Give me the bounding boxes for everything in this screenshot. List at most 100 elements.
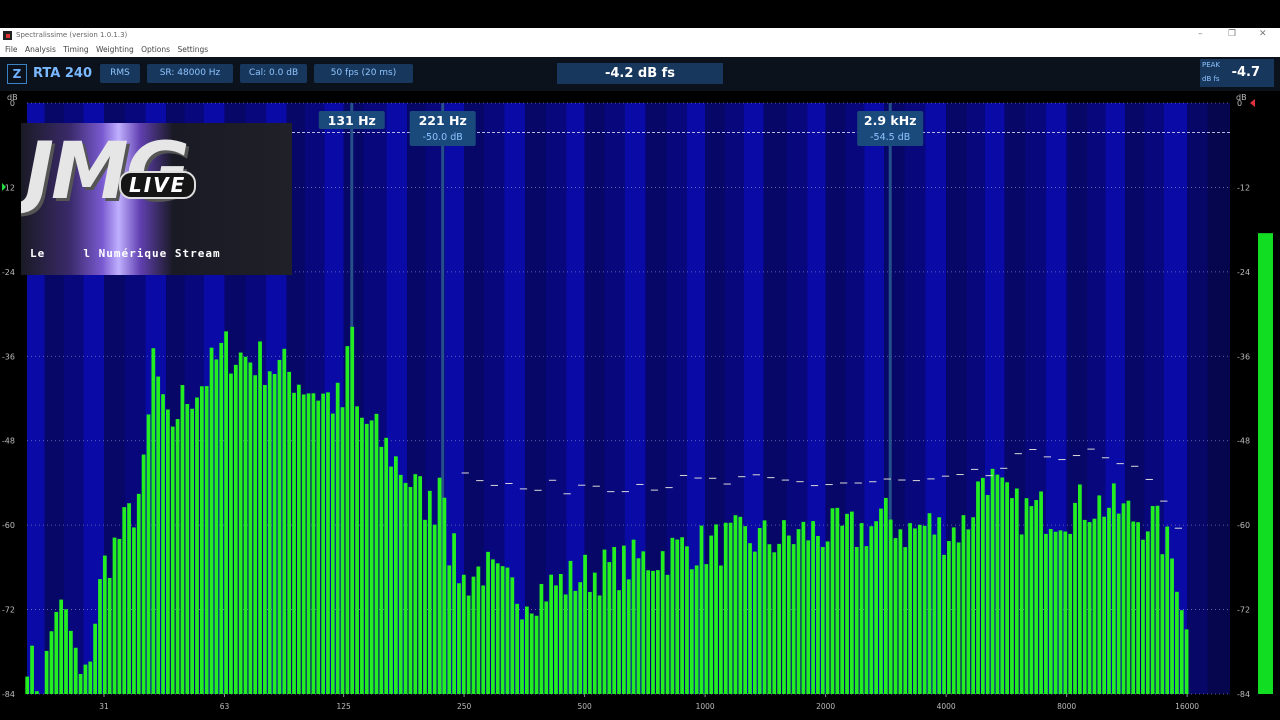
spectrum-bar — [282, 348, 287, 694]
spectrum-bar — [185, 404, 190, 694]
spectrum-bar — [1165, 526, 1170, 694]
sample-rate-button[interactable]: SR: 48000 Hz — [147, 64, 233, 83]
spectrum-bar — [806, 540, 811, 694]
menu-analysis[interactable]: Analysis — [25, 45, 56, 54]
spectrum-bar — [330, 413, 335, 694]
spectrum-bar — [418, 476, 423, 694]
spectrum-bar — [238, 352, 243, 694]
spectrum-bar — [772, 552, 777, 694]
spectrum-bar — [161, 394, 165, 694]
frequency-band — [1187, 103, 1208, 694]
spectrum-bar — [413, 474, 418, 694]
spectrum-bar — [141, 454, 146, 694]
spectrum-bar — [622, 545, 626, 694]
spectrum-bar — [73, 647, 78, 694]
level-readout: -4.2 dB fs — [557, 63, 723, 84]
spectrum-bar — [486, 551, 490, 694]
menu-timing[interactable]: Timing — [63, 45, 88, 54]
restore-icon[interactable]: ❐ — [1228, 29, 1236, 39]
spectrum-bar — [432, 524, 437, 694]
spectrum-bar — [500, 566, 505, 694]
spectrum-bar — [335, 382, 340, 694]
spectrum-bar — [1136, 522, 1140, 694]
spectrum-bar — [136, 493, 141, 694]
spectrum-bar — [476, 566, 481, 694]
spectrum-bar — [1179, 610, 1184, 694]
spectrum-bar — [132, 527, 136, 694]
x-tick-label: 31 — [99, 702, 109, 711]
spectrum-bar — [1082, 519, 1087, 694]
spectrum-bar — [199, 386, 204, 694]
spectrum-bar — [738, 516, 743, 694]
menu-file[interactable]: File — [5, 45, 18, 54]
rta-mode-label[interactable]: RTA 240 — [33, 64, 92, 83]
spectrum-bar — [917, 524, 922, 694]
spectrum-bar — [655, 570, 660, 694]
zoom-button[interactable]: Z — [7, 64, 27, 84]
spectrum-bar — [209, 347, 214, 694]
spectrum-bar — [1053, 531, 1058, 694]
spectrum-bar — [583, 554, 587, 694]
spectrum-bar — [1024, 498, 1029, 694]
spectrum-bar — [1131, 521, 1136, 694]
spectrum-bar — [311, 393, 316, 694]
spectrum-bar — [990, 468, 995, 694]
spectrum-bar — [364, 423, 369, 694]
spectrum-bar — [316, 400, 321, 694]
spectrum-bar — [1097, 495, 1102, 694]
spectrum-bar — [423, 519, 427, 694]
spectrum-bar — [54, 611, 59, 694]
spectrum-bar — [1141, 539, 1145, 694]
spectrum-bar — [321, 393, 325, 694]
spectrum-bar — [903, 547, 908, 694]
spectrum-bar — [524, 606, 529, 694]
spectrum-bar — [1092, 518, 1097, 694]
spectrum-bar — [495, 563, 500, 694]
spectrum-bar — [229, 373, 233, 694]
frame-rate-button[interactable]: 50 fps (20 ms) — [314, 64, 413, 83]
spectrum-bar — [534, 615, 539, 694]
x-tick-label: 8000 — [1057, 702, 1076, 711]
spectrum-bar — [544, 601, 549, 694]
spectrum-bar — [1116, 513, 1121, 694]
spectrum-bar — [64, 609, 68, 694]
spectrum-bar — [864, 546, 869, 694]
spectrum-bar — [369, 420, 374, 694]
menu-options[interactable]: Options — [141, 45, 170, 54]
spectrum-bar — [617, 590, 621, 694]
y-tick-label-left: -24 — [2, 268, 15, 277]
spectrum-bar — [88, 661, 93, 694]
spectrum-bar — [1170, 558, 1174, 694]
spectrum-bar — [520, 619, 524, 694]
spectrum-bar — [612, 546, 617, 694]
spectrum-bar — [272, 374, 277, 694]
spectrum-bar — [127, 503, 131, 694]
spectrum-bar — [1150, 506, 1155, 694]
y-tick-label-right: -72 — [1237, 606, 1250, 615]
spectrum-bar — [529, 613, 534, 694]
peak-readout[interactable]: PEAK dB fs -4.7 — [1200, 59, 1274, 87]
x-tick-label: 125 — [336, 702, 351, 711]
spectrum-bar — [180, 385, 185, 694]
spectrum-bar — [389, 466, 393, 694]
spectrum-bar — [733, 515, 738, 694]
spectrum-bar — [850, 511, 854, 694]
spectrum-bar — [592, 572, 597, 694]
spectrum-bar — [1145, 531, 1150, 694]
detector-button[interactable]: RMS — [100, 64, 140, 83]
minimize-icon[interactable]: – — [1198, 29, 1203, 39]
spectrum-bar — [83, 664, 88, 694]
spectrum-bar — [719, 565, 723, 694]
calibration-button[interactable]: Cal: 0.0 dB — [240, 64, 307, 83]
spectrum-bar — [258, 341, 262, 694]
spectrum-bar — [403, 482, 408, 694]
menu-weighting[interactable]: Weighting — [96, 45, 134, 54]
spectrum-bar — [102, 555, 107, 694]
spectrum-bar — [267, 371, 272, 694]
menu-settings[interactable]: Settings — [177, 45, 208, 54]
spectrum-bar — [539, 583, 544, 694]
spectrum-bar — [1102, 516, 1107, 694]
spectrum-bar — [937, 517, 942, 694]
spectrum-bar — [1078, 484, 1082, 694]
close-icon[interactable]: ✕ — [1259, 29, 1267, 39]
